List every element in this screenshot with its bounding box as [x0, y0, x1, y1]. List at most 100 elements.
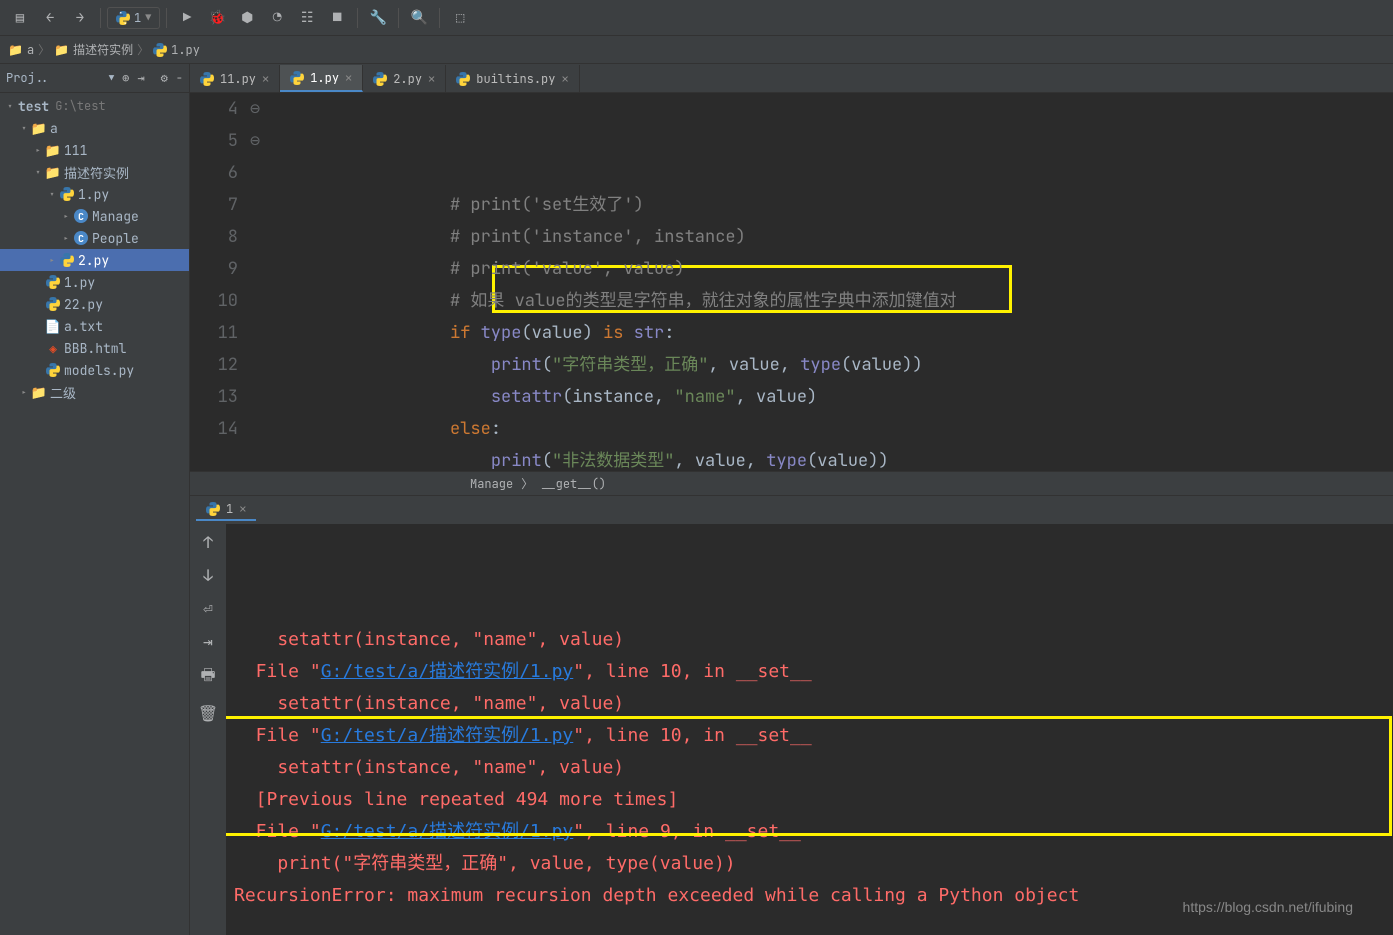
- chevron-right-icon: 〉: [521, 475, 533, 492]
- project-sidebar: Proj.. ▼ ⊕ ⇥ ⚙ − ▾ test G:\test ▾📁a▸📁111…: [0, 64, 190, 935]
- expand-arrow-icon[interactable]: ▸: [18, 386, 30, 399]
- tree-item[interactable]: 1.py: [0, 271, 189, 293]
- close-icon[interactable]: ✕: [262, 71, 269, 87]
- console-line: setattr(instance, "name", value): [234, 688, 1385, 720]
- editor-tab[interactable]: builtins.py ✕: [446, 65, 579, 92]
- close-icon[interactable]: ✕: [428, 71, 435, 87]
- code-editor[interactable]: 4567891011121314 ⊖⊖ # print('set生效了')# p…: [190, 93, 1393, 471]
- tree-item[interactable]: models.py: [0, 359, 189, 381]
- editor-crumb-class[interactable]: Manage: [470, 476, 513, 492]
- down-icon[interactable]: ↓: [203, 565, 213, 586]
- breadcrumb-folder[interactable]: 📁描述符实例: [54, 41, 133, 58]
- scroll-icon[interactable]: ⇥: [203, 631, 213, 652]
- expand-arrow-icon[interactable]: ▾: [46, 188, 58, 201]
- python-icon: [206, 502, 220, 516]
- close-icon[interactable]: ✕: [561, 71, 568, 87]
- expand-arrow-icon[interactable]: ▾: [18, 122, 30, 135]
- tree-item[interactable]: ▸📁二级: [0, 381, 189, 403]
- tree-item[interactable]: ▾📁a: [0, 117, 189, 139]
- code-line[interactable]: print("字符串类型，正确", value, type(value)): [270, 349, 1393, 381]
- hide-icon[interactable]: −: [176, 70, 183, 86]
- run-config-selector[interactable]: 1 ▼: [107, 7, 160, 29]
- tree-item[interactable]: 📄a.txt: [0, 315, 189, 337]
- tree-item-label: BBB.html: [64, 340, 126, 357]
- editor-area: 11.py✕1.py✕2.py✕builtins.py✕ 45678910111…: [190, 64, 1393, 935]
- code-line[interactable]: # 如果 value的类型是字符串，就往对象的属性字典中添加键值对: [270, 285, 1393, 317]
- main-toolbar: ▤ ← → 1 ▼ ▶ 🐞 ⬢ ◔ ☷ ■ 🔧 🔍 ⬚: [0, 0, 1393, 36]
- tree-item[interactable]: ▸📁111: [0, 139, 189, 161]
- expand-arrow-icon[interactable]: ▾: [4, 100, 16, 113]
- code-line[interactable]: print("非法数据类型", value, type(value)): [270, 445, 1393, 471]
- expand-arrow-icon[interactable]: ▾: [32, 166, 44, 179]
- fold-gutter: ⊖⊖: [250, 93, 270, 471]
- file-link[interactable]: G:/test/a/描述符实例/1.py: [321, 821, 574, 842]
- expand-arrow-icon[interactable]: ▸: [46, 254, 58, 267]
- tree-item[interactable]: ▸CPeople: [0, 227, 189, 249]
- python-icon: [153, 43, 167, 57]
- collapse-icon[interactable]: ⇥: [137, 70, 144, 86]
- file-link[interactable]: G:/test/a/描述符实例/1.py: [321, 661, 574, 682]
- project-tree: ▾ test G:\test ▾📁a▸📁111▾📁描述符实例▾1.py▸CMan…: [0, 93, 189, 935]
- target-icon[interactable]: ⊕: [122, 70, 129, 86]
- tree-item-label: 2.py: [78, 252, 109, 269]
- code-line[interactable]: # print('instance', instance): [270, 221, 1393, 253]
- menu-icon[interactable]: ▤: [6, 4, 34, 32]
- expand-arrow-icon[interactable]: ▸: [32, 144, 44, 157]
- console-line: setattr(instance, "name", value): [234, 624, 1385, 656]
- file-link[interactable]: G:/test/a/描述符实例/1.py: [321, 725, 574, 746]
- stop-icon[interactable]: ■: [323, 4, 351, 32]
- folder-icon: 📁: [30, 384, 48, 401]
- concurrent-icon[interactable]: ☷: [293, 4, 321, 32]
- wrap-icon[interactable]: ⏎: [203, 598, 213, 619]
- profile-icon[interactable]: ◔: [263, 4, 291, 32]
- tree-item[interactable]: ▾📁描述符实例: [0, 161, 189, 183]
- nav-breadcrumb: 📁a 〉 📁描述符实例 〉 1.py: [0, 36, 1393, 64]
- print-icon[interactable]: 🖶: [200, 664, 215, 691]
- close-icon[interactable]: ✕: [239, 501, 246, 517]
- forward-icon[interactable]: →: [66, 4, 94, 32]
- class-icon: C: [72, 231, 90, 245]
- trash-icon[interactable]: 🗑: [198, 703, 218, 724]
- search-icon[interactable]: 🔍: [405, 4, 433, 32]
- run-tab[interactable]: 1 ✕: [196, 499, 256, 521]
- folder-icon: 📁: [30, 120, 48, 137]
- editor-tab[interactable]: 2.py✕: [363, 65, 446, 92]
- editor-crumb-method[interactable]: __get__(): [541, 476, 606, 492]
- tree-root[interactable]: ▾ test G:\test: [0, 95, 189, 117]
- gear-icon[interactable]: ⚙: [161, 70, 168, 86]
- editor-tabs: 11.py✕1.py✕2.py✕builtins.py✕: [190, 64, 1393, 93]
- tree-item[interactable]: ▾1.py: [0, 183, 189, 205]
- run-icon[interactable]: ▶: [173, 4, 201, 32]
- console-line: print("字符串类型，正确", value, type(value)): [234, 848, 1385, 880]
- code-line[interactable]: else:: [270, 413, 1393, 445]
- wrench-icon[interactable]: 🔧: [364, 4, 392, 32]
- expand-arrow-icon[interactable]: ▸: [60, 232, 72, 245]
- code-content[interactable]: # print('set生效了')# print('instance', ins…: [270, 93, 1393, 471]
- code-line[interactable]: setattr(instance, "name", value): [270, 381, 1393, 413]
- tree-item[interactable]: 22.py: [0, 293, 189, 315]
- breadcrumb-file[interactable]: 1.py: [153, 42, 200, 58]
- editor-tab[interactable]: 1.py✕: [280, 65, 363, 92]
- sidebar-header: Proj.. ▼ ⊕ ⇥ ⚙ −: [0, 64, 189, 93]
- expand-arrow-icon[interactable]: ▸: [60, 210, 72, 223]
- tree-item[interactable]: ◈BBB.html: [0, 337, 189, 359]
- tab-label: 11.py: [220, 71, 256, 87]
- console-output[interactable]: setattr(instance, "name", value) File "G…: [226, 524, 1393, 935]
- structure-icon[interactable]: ⬚: [446, 4, 474, 32]
- tree-item[interactable]: ▸ 2.py: [0, 249, 189, 271]
- tab-label: builtins.py: [476, 71, 555, 87]
- debug-icon[interactable]: 🐞: [203, 4, 231, 32]
- breadcrumb-root[interactable]: 📁a: [8, 42, 34, 58]
- code-line[interactable]: # print('value', value): [270, 253, 1393, 285]
- html-icon: ◈: [44, 340, 62, 357]
- run-sidebar: ↑ ↓ ⏎ ⇥ 🖶 🗑: [190, 524, 226, 935]
- close-icon[interactable]: ✕: [345, 70, 352, 86]
- editor-tab[interactable]: 11.py ✕: [190, 65, 280, 92]
- tree-item[interactable]: ▸CManage: [0, 205, 189, 227]
- coverage-icon[interactable]: ⬢: [233, 4, 261, 32]
- tree-item-label: 22.py: [64, 296, 103, 313]
- back-icon[interactable]: ←: [36, 4, 64, 32]
- code-line[interactable]: if type(value) is str:: [270, 317, 1393, 349]
- up-icon[interactable]: ↑: [203, 532, 213, 553]
- code-line[interactable]: # print('set生效了'): [270, 189, 1393, 221]
